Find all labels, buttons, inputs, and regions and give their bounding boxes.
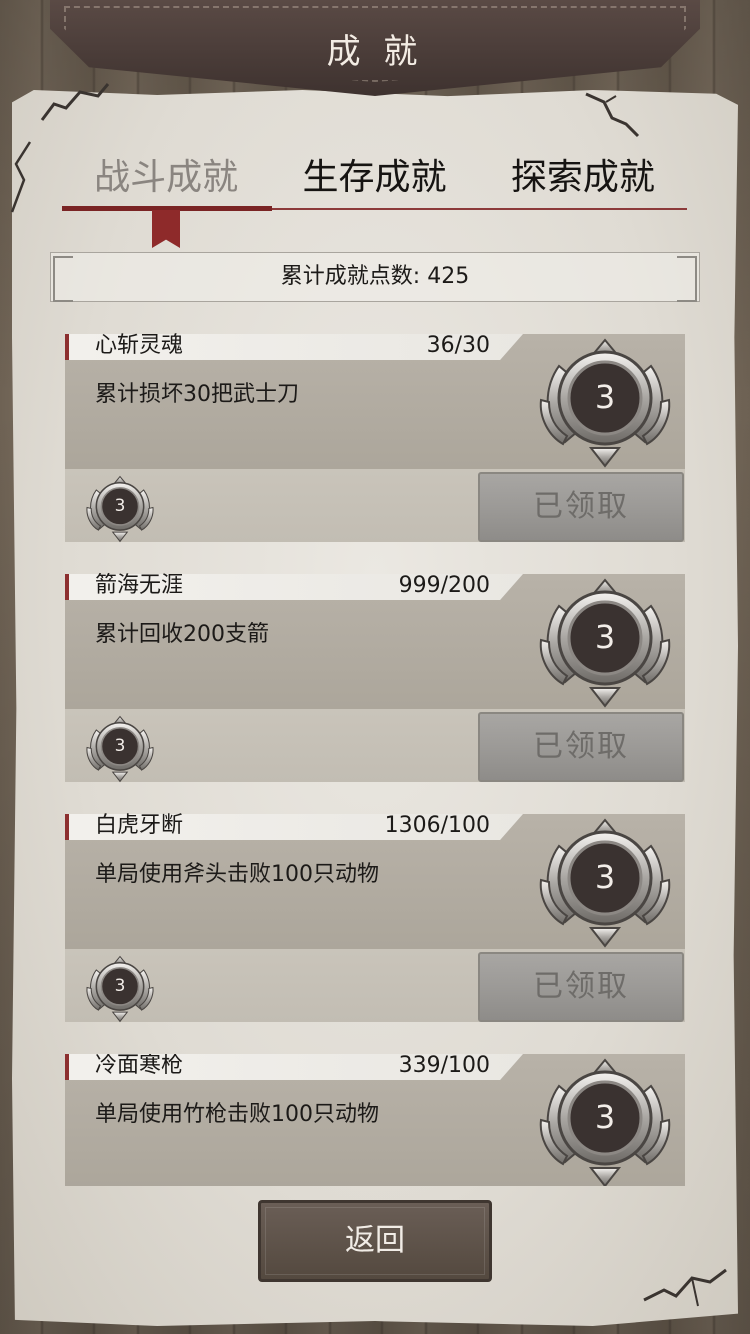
medal-icon: 3 [537,1056,673,1186]
reward-value: 3 [114,496,126,516]
claimed-button[interactable]: 已领取 [478,472,684,542]
medal-icon: 3 [85,954,155,1024]
medal-value: 3 [594,618,616,656]
medal-value: 3 [594,378,616,416]
medal-icon: 3 [85,474,155,544]
achievement-card: 白虎牙断 1306/100 单局使用斧头击败100只动物 3 3 已领取 [65,813,685,1024]
claimed-button[interactable]: 已领取 [478,712,684,782]
reward-value: 3 [114,736,126,756]
crack-decoration-icon [585,92,640,138]
achievement-progress: 999/200 [398,573,490,598]
tab-combat[interactable]: 战斗成就 [62,150,270,210]
medal-icon: 3 [537,336,673,470]
crack-decoration-icon [40,83,110,121]
back-button[interactable]: 返回 [258,1200,492,1282]
achievement-name: 冷面寒枪 [95,1054,184,1078]
tab-exploration[interactable]: 探索成就 [479,150,687,210]
achievement-card: 心斩灵魂 36/30 累计损坏30把武士刀 3 3 已领取 [65,333,685,544]
achievement-points-bar: 累计成就点数: 425 [50,252,700,302]
back-button-label: 返回 [345,1223,405,1258]
achievement-card: 冷面寒枪 339/100 单局使用竹枪击败100只动物 3 [65,1054,685,1186]
achievement-progress: 1306/100 [384,813,490,838]
achievement-progress: 339/100 [398,1054,490,1078]
achievement-name: 箭海无涯 [95,573,184,598]
achievement-points-label: 累计成就点数: 425 [280,264,470,289]
crack-decoration-icon [643,1268,727,1307]
achievement-card: 箭海无涯 999/200 累计回收200支箭 3 3 已领取 [65,573,685,784]
achievement-description: 累计损坏30把武士刀 [95,382,299,407]
medal-icon: 3 [537,816,673,950]
medal-value: 3 [594,1098,616,1136]
medal-icon: 3 [537,576,673,710]
achievement-name: 白虎牙断 [95,813,184,838]
achievement-name: 心斩灵魂 [95,333,184,358]
claimed-button[interactable]: 已领取 [478,952,684,1022]
achievement-description: 单局使用竹枪击败100只动物 [95,1102,379,1127]
achievement-progress: 36/30 [426,333,490,358]
tab-bar: 战斗成就 生存成就 探索成就 [62,150,687,210]
tab-survival[interactable]: 生存成就 [270,150,478,210]
crack-decoration-icon [10,141,32,213]
page-title: 成 就 [326,32,424,72]
reward-value: 3 [114,976,126,996]
medal-value: 3 [594,858,616,896]
medal-icon: 3 [85,714,155,784]
achievement-description: 单局使用斧头击败100只动物 [95,862,379,887]
achievement-description: 累计回收200支箭 [95,622,269,647]
